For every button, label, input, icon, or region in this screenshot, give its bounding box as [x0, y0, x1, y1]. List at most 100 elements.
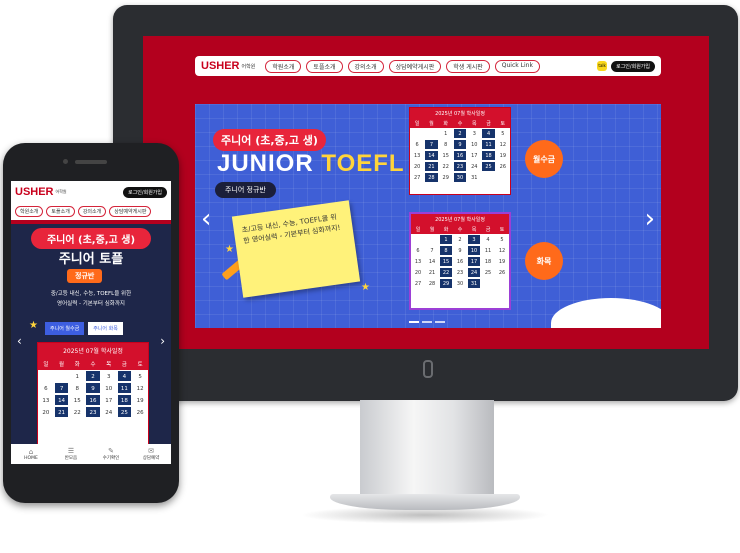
mobile-hero-title: 주니어 토플: [58, 252, 124, 267]
carousel-dot[interactable]: [422, 321, 432, 323]
star-icon: ★: [29, 320, 38, 331]
tab-reviews-label: 수기확인: [102, 456, 120, 461]
calendar-day: 21: [424, 161, 439, 172]
calendar-day: 6: [410, 139, 425, 150]
decorative-wave: [551, 298, 661, 328]
tab-consult-label: 상담예약: [142, 456, 160, 461]
home-icon: ⌂: [28, 447, 34, 456]
tab-home[interactable]: ⌂ HOME: [11, 444, 51, 464]
calendar-week-row: 6 7 8 9 10 11 12: [410, 139, 510, 150]
calendar-day: 26: [495, 267, 509, 278]
monitor-stand-neck: [360, 400, 494, 498]
calendar-day: 24: [467, 161, 482, 172]
calendar-grid: 1 2 3 4 5 6 7 8 9 10 11 12 13 14 15 16 17 18 19 20 21 22 23 24 2…: [410, 128, 510, 183]
carousel-dot[interactable]: [409, 321, 419, 323]
phone-camera: [63, 159, 68, 164]
calendar-day: 8: [439, 245, 453, 256]
menu-item-academy[interactable]: 학원소개: [265, 59, 302, 73]
calendar-day: 2: [85, 370, 101, 382]
calendar-weekdays: 일월화수목금토: [410, 119, 510, 128]
calendar-day: 19: [495, 150, 510, 161]
calendar-week-row: 13 14 15 16 17 18 19: [411, 256, 509, 267]
tab-home-label: HOME: [24, 455, 38, 461]
calendar-week-row: 12345: [410, 128, 510, 139]
carousel-dot[interactable]: [435, 321, 445, 323]
tab-classes-label: 반모음: [64, 456, 78, 461]
calendar-mwf: 2025년 07월 학사일정 일월화수목금토 1 2 3 4 5 6 7 8 9 10 11 12 13…: [409, 107, 511, 195]
calendar-weekday: 일: [411, 225, 425, 234]
calendar-day: 24: [467, 267, 481, 278]
calendar-day: 6: [411, 245, 425, 256]
tab-consult[interactable]: ✉ 상담예약: [131, 444, 171, 464]
mobile-logo[interactable]: USHER: [15, 186, 54, 198]
calendar-weekday: 월: [424, 119, 439, 128]
calendar-weekday: 수: [453, 225, 467, 234]
calendar-week-row: 13 14 15 16 17 18 19: [410, 150, 510, 161]
mwf-class-button[interactable]: 주니어 월수금: [45, 322, 85, 335]
calendar-day: 14: [425, 256, 439, 267]
menu-item-student-board[interactable]: 학생 게시판: [446, 59, 490, 73]
calendar-day: 20: [38, 406, 54, 418]
calendar-day: 22: [69, 406, 86, 418]
mobile-menu-academy[interactable]: 학원소개: [15, 206, 44, 217]
calendar-weekday: 화: [439, 225, 453, 234]
next-arrow-icon[interactable]: ›: [645, 204, 655, 234]
calendar-week-row: 20 21 22 23 24 25 26: [411, 267, 509, 278]
mobile-menu-lecture[interactable]: 강의소개: [77, 206, 107, 217]
hero-headline: JUNIOR TOEFL: [217, 150, 405, 178]
calendar-day: 19: [132, 394, 148, 406]
calendar-weekdays: 일월화수목금토: [38, 358, 148, 370]
tt-class-button[interactable]: 주니어 화목: [88, 322, 123, 335]
desktop-logo-sub: 어학원: [241, 63, 256, 70]
schedule-mwf-badge[interactable]: 월수금: [525, 140, 563, 178]
calendar-day: [495, 172, 510, 183]
mobile-class-buttons: 주니어 월수금 주니어 화목: [45, 322, 123, 335]
menu-item-quick-link[interactable]: Quick Link: [494, 59, 540, 73]
mobile-tab-bar: ⌂ HOME ☰ 반모음 ✎ 수기확인 ✉ 상담예약: [11, 444, 171, 464]
calendar-week-row: 27 28 29 30 31: [411, 278, 509, 289]
calendar-day: 6: [38, 382, 54, 394]
calendar-day: 22: [438, 161, 453, 172]
calendar-day: [495, 278, 509, 289]
calendar-day: 23: [452, 161, 468, 172]
calendar-day: 23: [85, 406, 101, 418]
mobile-menu-toefl[interactable]: 토플소개: [46, 206, 75, 217]
menu-item-lecture[interactable]: 강의소개: [347, 59, 384, 73]
mobile-desc-line2: 영어실력 - 기본부터 심화까지: [57, 301, 125, 307]
calendar-week-row: 6 7 8 9 10 11 12: [411, 245, 509, 256]
calendar-day: 5: [495, 128, 510, 139]
mobile-login-button[interactable]: 로그인/회원가입: [123, 186, 167, 198]
calendar-day: 9: [453, 245, 467, 256]
kakao-icon[interactable]: talk: [597, 61, 608, 71]
calendar-day: 10: [100, 382, 117, 394]
desktop-screen: USHER 어학원 학원소개 토플소개 강의소개 상담예약게시판 학생 게시판 …: [143, 36, 709, 349]
calendar-day: 28: [424, 172, 439, 183]
mobile-phone: USHER 어학원 로그인/회원가입 학원소개 토플소개 강의소개 상담예약게시…: [3, 143, 179, 503]
mobile-next-arrow-icon[interactable]: ›: [160, 334, 165, 348]
calendar-day: 15: [438, 150, 453, 161]
calendar-day: 9: [85, 382, 101, 394]
calendar-day: 25: [481, 267, 495, 278]
calendar-day: 25: [116, 406, 133, 418]
calendar-day: 17: [467, 256, 481, 267]
desktop-login-button[interactable]: 로그인/회원가입: [611, 60, 655, 72]
calendar-day: 3: [467, 128, 482, 139]
menu-item-toefl[interactable]: 토플소개: [306, 59, 343, 73]
schedule-tt-badge[interactable]: 화목: [525, 242, 563, 280]
calendar-weekday: 토: [495, 119, 510, 128]
mobile-menu-consult[interactable]: 상담예약게시판: [109, 206, 152, 217]
prev-arrow-icon[interactable]: ‹: [201, 204, 211, 234]
calendar-day: 11: [481, 245, 495, 256]
tab-reviews[interactable]: ✎ 수기확인: [91, 444, 131, 464]
calendar-day: 31: [467, 172, 482, 183]
pencil-icon: ✎: [108, 447, 114, 455]
menu-item-consult-board[interactable]: 상담예약게시판: [388, 59, 442, 73]
calendar-day: [424, 128, 439, 139]
desktop-logo[interactable]: USHER: [201, 60, 240, 72]
calendar-week-row: 12345: [411, 234, 509, 245]
mobile-prev-arrow-icon[interactable]: ‹: [17, 334, 22, 348]
mobile-menu: 학원소개 토플소개 강의소개 상담예약게시판: [11, 203, 171, 220]
tab-classes[interactable]: ☰ 반모음: [51, 444, 91, 464]
calendar-weekday: 금: [481, 225, 495, 234]
calendar-day: 13: [38, 394, 54, 406]
